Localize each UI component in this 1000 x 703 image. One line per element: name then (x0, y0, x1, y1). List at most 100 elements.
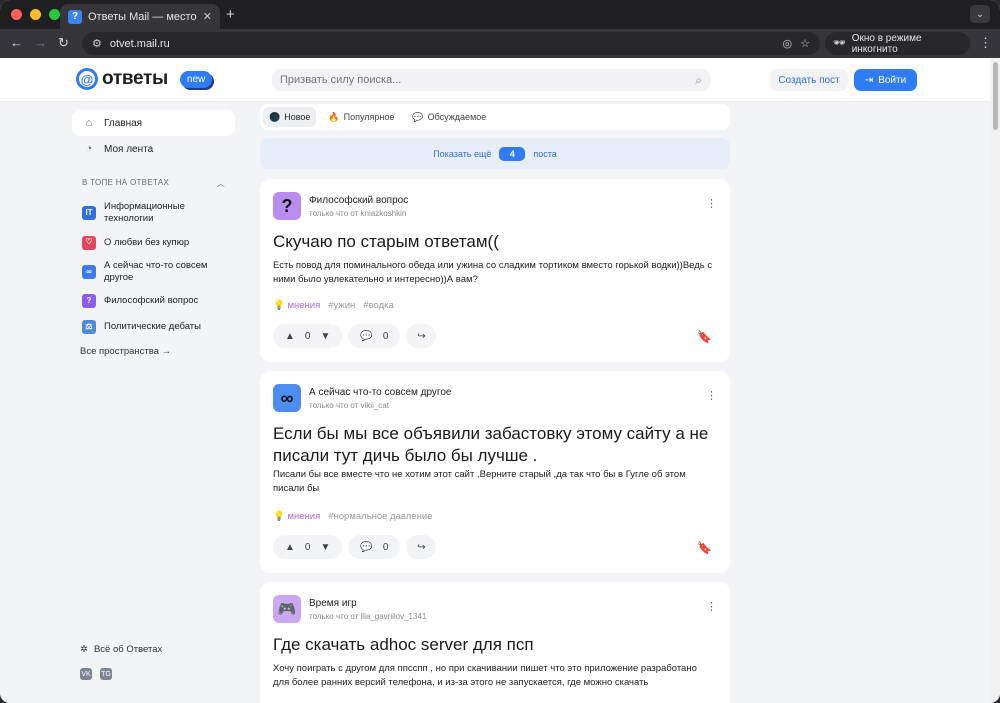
tab-label: Новое (284, 112, 311, 122)
incognito-indicator[interactable]: 🕶 Окно в режиме инкогнито (825, 32, 970, 55)
chevron-up-icon[interactable]: ︿ (217, 178, 225, 189)
eye-off-icon[interactable]: ◎ (783, 37, 793, 50)
social-links: VK TG (80, 668, 112, 680)
browser-menu-icon[interactable]: ⋮ (979, 35, 992, 51)
space-avatar-infinity-icon[interactable]: ∞ (273, 384, 301, 412)
login-button[interactable]: ⇥ Войти (854, 69, 917, 91)
share-button[interactable]: ↪ (406, 324, 437, 348)
bookmark-icon[interactable]: 🔖 (697, 541, 712, 555)
search-input[interactable] (280, 74, 696, 86)
opinions-tag[interactable]: 💡 мнения (273, 300, 320, 311)
browser-window: ? Ответы Mail — место для об ✕ + ⌄ ← → ↻… (0, 0, 1000, 703)
post-tags: 💡 мнения #нормальное давление (273, 511, 432, 522)
site-logo[interactable]: @ ответы new (76, 68, 213, 90)
comments-button[interactable]: 💬 0 (348, 535, 401, 559)
space-label: О любви без купюр (104, 236, 190, 248)
post-menu-icon[interactable]: ⋮ (706, 600, 717, 613)
vote-count: 0 (304, 541, 311, 553)
post-title[interactable]: Где скачать adhoc server для псп (273, 634, 713, 656)
address-bar[interactable]: ⚙ otvet.mail.ru ◎ ☆ (82, 32, 820, 55)
create-post-button[interactable]: Создать пост (770, 69, 848, 91)
comments-button[interactable]: 💬 0 (348, 324, 401, 348)
share-button[interactable]: ↪ (406, 535, 437, 559)
tab-new[interactable]: 🌑 Новое (263, 107, 317, 127)
vote-control: ▲ 0 ▼ (273, 535, 343, 559)
post-menu-icon[interactable]: ⋮ (706, 197, 717, 210)
page-content: @ ответы new ⌕ Создать пост ⇥ Войти ⌂ Гл… (0, 58, 1000, 703)
sidebar-item-label: Главная (104, 117, 143, 129)
post-card[interactable]: ∞ А сейчас что-то совсем другое только ч… (260, 371, 730, 573)
site-info-icon[interactable]: ⚙ (92, 37, 102, 50)
tag[interactable]: #ужин (328, 300, 355, 311)
sidebar-space-love[interactable]: ♡ О любви без купюр (72, 230, 235, 256)
post-meta: только что от vikii_cat (309, 400, 389, 410)
post-card[interactable]: ? Философский вопрос только что от kniaz… (260, 179, 730, 362)
share-icon: ↪ (417, 541, 426, 553)
page-scrollbar[interactable] (991, 58, 1000, 703)
upvote-icon[interactable]: ▲ (285, 331, 295, 342)
search-bar[interactable]: ⌕ (272, 69, 710, 91)
comment-count: 0 (382, 330, 389, 342)
post-space-name[interactable]: А сейчас что-то совсем другое (309, 387, 451, 398)
post-space-name[interactable]: Философский вопрос (309, 195, 408, 206)
sidebar-item-feed[interactable]: ◔ Моя лента (72, 136, 235, 162)
post-card[interactable]: 🎮 Время игр только что от ilia_gavriilov… (260, 582, 730, 703)
close-window-button[interactable] (11, 9, 22, 20)
feed-icon: ◔ (85, 143, 93, 155)
search-icon[interactable]: ⌕ (695, 73, 702, 88)
tag[interactable]: #нормальное давление (328, 511, 432, 522)
about-label: Всё об Ответах (93, 644, 163, 655)
moon-icon: 🌑 (269, 111, 281, 122)
window-controls (11, 9, 60, 20)
vote-control: ▲ 0 ▼ (273, 324, 343, 348)
browser-tab[interactable]: ? Ответы Mail — место для об ✕ (60, 4, 220, 29)
downvote-icon[interactable]: ▼ (320, 331, 330, 342)
upvote-icon[interactable]: ▲ (285, 542, 295, 553)
show-more-posts-banner[interactable]: Показать ещё 4 поста (260, 138, 730, 169)
post-title[interactable]: Если бы мы все объявили забастовку этому… (273, 423, 713, 467)
bookmark-star-icon[interactable]: ☆ (800, 37, 810, 50)
sidebar-space-it[interactable]: IT Информационные технологии (72, 197, 235, 230)
space-avatar-question-icon[interactable]: ? (273, 192, 301, 220)
sidebar-space-other[interactable]: ∞ А сейчас что-то совсем другое (72, 256, 235, 289)
vote-count: 0 (304, 330, 311, 342)
feed-tabs: 🌑 Новое 🔥 Популярное 💬 Обсуждаемое (260, 104, 730, 130)
sidebar-item-home[interactable]: ⌂ Главная (72, 110, 235, 136)
tab-popular[interactable]: 🔥 Популярное (322, 107, 400, 127)
post-space-name[interactable]: Время игр (309, 598, 426, 609)
space-label: Философский вопрос (104, 295, 199, 307)
forward-arrow-icon[interactable]: → (34, 35, 47, 50)
bookmark-icon[interactable]: 🔖 (697, 330, 712, 344)
tab-label: Обсуждаемое (427, 112, 487, 122)
sidebar-item-label: Моя лента (104, 143, 154, 155)
comment-count: 0 (382, 541, 389, 553)
minimize-window-button[interactable] (30, 9, 41, 20)
opinions-tag[interactable]: 💡 мнения (273, 511, 320, 522)
tab-close-icon[interactable]: ✕ (203, 10, 212, 23)
post-title[interactable]: Скучаю по старым ответам(( (273, 231, 713, 253)
maximize-window-button[interactable] (49, 9, 60, 20)
all-spaces-link[interactable]: Все пространства → (72, 340, 235, 363)
reload-icon[interactable]: ↻ (58, 35, 69, 51)
back-arrow-icon[interactable]: ← (10, 35, 23, 50)
tag[interactable]: #водка (363, 300, 394, 311)
incognito-label: Окно в режиме инкогнито (851, 32, 922, 55)
about-link[interactable]: ✲ Всё об Ответах (80, 644, 162, 655)
post-menu-icon[interactable]: ⋮ (706, 389, 717, 402)
tab-search-chevron-icon[interactable]: ⌄ (970, 5, 990, 23)
new-tab-icon[interactable]: + (226, 6, 235, 23)
scales-icon: ⚖ (82, 320, 96, 335)
space-avatar-gamepad-icon[interactable]: 🎮 (273, 595, 301, 623)
sidebar-space-philosophy[interactable]: ? Философский вопрос (72, 288, 235, 314)
vk-icon[interactable]: VK (80, 668, 92, 680)
sidebar-space-politics[interactable]: ⚖ Политические дебаты (72, 314, 235, 340)
tab-bar: ? Ответы Mail — место для об ✕ + ⌄ (0, 0, 1000, 29)
telegram-icon[interactable]: TG (100, 668, 112, 680)
downvote-icon[interactable]: ▼ (320, 542, 330, 553)
scrollbar-thumb[interactable] (993, 62, 998, 130)
tab-discussed[interactable]: 💬 Обсуждаемое (406, 107, 492, 127)
tag-label: мнения (287, 300, 321, 311)
logo-at-icon: @ (76, 68, 98, 90)
question-icon: ? (82, 294, 96, 309)
top-spaces-heading[interactable]: В ТОПЕ НА ОТВЕТАХ ︿ (72, 178, 235, 189)
